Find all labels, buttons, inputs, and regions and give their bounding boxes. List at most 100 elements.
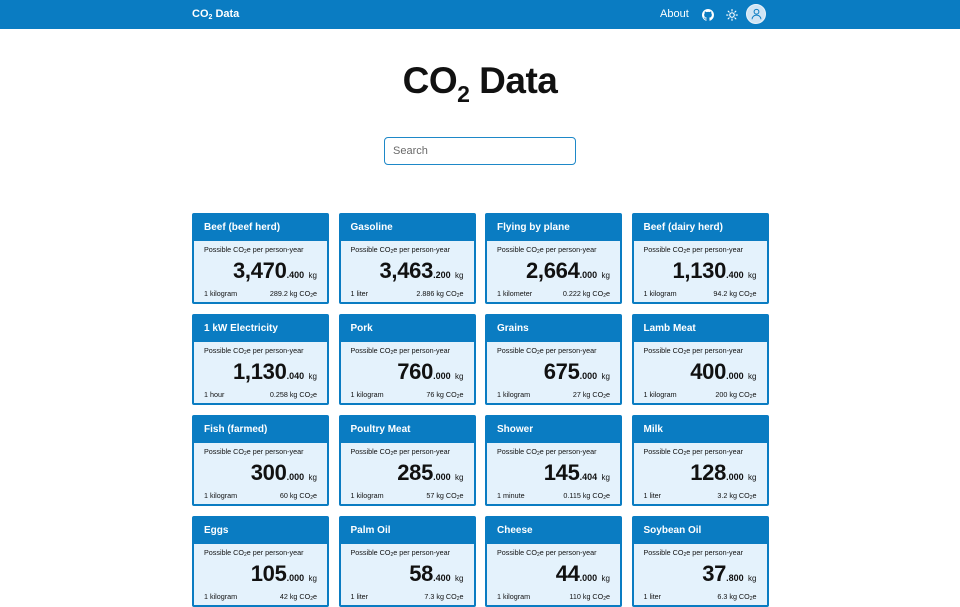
card-value: 300.000 kg [251, 460, 317, 486]
value-unit: kg [748, 372, 757, 381]
card-unit-label: 1 hour [204, 390, 225, 399]
emission-card[interactable]: Gasoline Possible CO2e per person-year 3,4… [338, 213, 476, 304]
github-icon[interactable] [702, 8, 715, 21]
card-caption: Possible CO2e per person-year [497, 346, 597, 356]
card-body: Possible CO2e per person-year 300.000 kg 1… [194, 443, 327, 504]
emission-card[interactable]: Soybean Oil Possible CO2e per person-year… [631, 516, 769, 607]
card-caption: Possible CO2e per person-year [204, 346, 304, 356]
card-body: Possible CO2e per person-year 760.000 kg 1… [340, 342, 474, 403]
card-value: 58.400 kg [409, 561, 463, 587]
emission-card[interactable]: Grains Possible CO2e per person-year 675.0… [485, 314, 622, 405]
value-decimal: .000 [286, 472, 305, 482]
card-body: Possible CO2e per person-year 105.000 kg 1… [194, 544, 327, 605]
card-value: 37.800 kg [702, 561, 756, 587]
card-caption: Possible CO2e per person-year [350, 548, 450, 558]
card-title: Pork [350, 323, 373, 334]
value-integer: 128 [690, 460, 727, 485]
card-body: Possible CO2e per person-year 3,463.200 k… [340, 241, 474, 302]
card-title: Palm Oil [350, 525, 391, 536]
emission-card[interactable]: Flying by plane Possible CO2e per person-… [485, 213, 622, 304]
value-unit: kg [308, 473, 317, 482]
emissions-card-grid: Beef (beef herd) Possible CO2e per person… [192, 213, 769, 607]
emission-card[interactable]: Fish (farmed) Possible CO2e per person-ye… [192, 415, 329, 506]
value-unit: kg [748, 574, 757, 583]
value-decimal: .000 [286, 573, 305, 583]
card-title: Lamb Meat [643, 323, 696, 334]
value-decimal: .000 [433, 371, 451, 381]
emission-card[interactable]: Beef (beef herd) Possible CO2e per person… [192, 213, 329, 304]
value-decimal: .000 [433, 472, 451, 482]
card-unit-label: 1 kilogram [350, 390, 384, 399]
card-caption: Possible CO2e per person-year [350, 346, 450, 356]
value-decimal: .400 [433, 573, 451, 583]
value-decimal: .000 [579, 371, 598, 381]
value-integer: 44 [555, 561, 580, 586]
card-body: Possible CO2e per person-year 3,470.400 k… [194, 241, 327, 302]
emission-card[interactable]: Lamb Meat Possible CO2e per person-year 40… [631, 314, 769, 405]
emission-card[interactable]: Pork Possible CO2e per person-year 760.000… [338, 314, 476, 405]
card-unit-emission: 0.115 kg CO2e [563, 491, 610, 501]
emission-card[interactable]: Cheese Possible CO2e per person-year 44.00… [485, 516, 622, 607]
card-caption: Possible CO2e per person-year [204, 447, 304, 457]
value-unit: kg [308, 372, 317, 381]
brand-link[interactable]: CO2 Data [192, 8, 239, 21]
emission-card[interactable]: Palm Oil Possible CO2e per person-year 58.… [338, 516, 476, 607]
card-caption: Possible CO2e per person-year [643, 548, 743, 558]
card-unit-emission: 60 kg CO2e [279, 491, 317, 501]
card-unit-label: 1 kilogram [204, 289, 238, 298]
card-unit-label: 1 kilogram [204, 491, 238, 500]
card-title: Poultry Meat [350, 424, 411, 435]
value-integer: 105 [250, 561, 287, 586]
value-integer: 37 [702, 561, 727, 586]
card-title: Cheese [497, 525, 533, 536]
emission-card[interactable]: Milk Possible CO2e per person-year 128.000… [631, 415, 769, 506]
card-caption: Possible CO2e per person-year [350, 447, 450, 457]
card-unit-emission: 200 kg CO2e [715, 390, 757, 400]
card-unit-emission: 7.3 kg CO2e [424, 592, 464, 602]
value-integer: 760 [397, 359, 434, 384]
card-title: Grains [497, 323, 529, 334]
value-integer: 675 [543, 359, 580, 384]
card-unit-emission: 76 kg CO2e [426, 390, 464, 400]
card-body: Possible CO2e per person-year 128.000 kg 1… [633, 443, 767, 504]
value-unit: kg [601, 473, 610, 482]
card-caption: Possible CO2e per person-year [497, 548, 597, 558]
value-decimal: .200 [433, 270, 451, 280]
card-body: Possible CO2e per person-year 44.000 kg 1 … [487, 544, 620, 605]
emission-card[interactable]: Shower Possible CO2e per person-year 145.4… [485, 415, 622, 506]
card-value: 1,130.400 kg [673, 258, 757, 284]
user-avatar-button[interactable] [746, 4, 766, 24]
emission-card[interactable]: Poultry Meat Possible CO2e per person-yea… [338, 415, 476, 506]
top-navbar: CO2 Data About [0, 0, 960, 29]
emission-card[interactable]: 1 kW Electricity Possible CO2e per person… [192, 314, 329, 405]
card-body: Possible CO2e per person-year 37.800 kg 1 … [633, 544, 767, 605]
value-integer: 1,130 [233, 359, 287, 384]
sun-icon[interactable] [726, 8, 738, 21]
card-unit-emission: 6.3 kg CO2e [717, 592, 757, 602]
card-caption: Possible CO2e per person-year [350, 245, 450, 255]
value-decimal: .000 [726, 371, 744, 381]
card-value: 400.000 kg [690, 359, 756, 385]
card-unit-label: 1 kilogram [643, 390, 677, 399]
card-body: Possible CO2e per person-year 2,664.000 k… [487, 241, 620, 302]
emission-card[interactable]: Eggs Possible CO2e per person-year 105.000… [192, 516, 329, 607]
emission-card[interactable]: Beef (dairy herd) Possible CO2e per perso… [631, 213, 769, 304]
value-integer: 3,463 [379, 258, 434, 283]
page-title: CO2 Data [0, 60, 960, 108]
card-unit-label: 1 minute [497, 491, 525, 500]
card-value: 760.000 kg [397, 359, 463, 385]
card-value: 128.000 kg [690, 460, 756, 486]
card-value: 1,130.040 kg [233, 359, 317, 385]
value-integer: 2,664 [526, 258, 580, 283]
search-input[interactable] [384, 137, 576, 165]
card-title: Shower [497, 424, 534, 435]
card-unit-label: 1 liter [643, 491, 662, 500]
card-unit-emission: 42 kg CO2e [279, 592, 317, 602]
card-value: 105.000 kg [251, 561, 317, 587]
card-caption: Possible CO2e per person-year [643, 245, 743, 255]
value-decimal: .404 [579, 472, 598, 482]
card-unit-emission: 3.2 kg CO2e [717, 491, 757, 501]
value-integer: 145 [543, 460, 580, 485]
about-link[interactable]: About [660, 8, 689, 20]
card-value: 675.000 kg [544, 359, 610, 385]
